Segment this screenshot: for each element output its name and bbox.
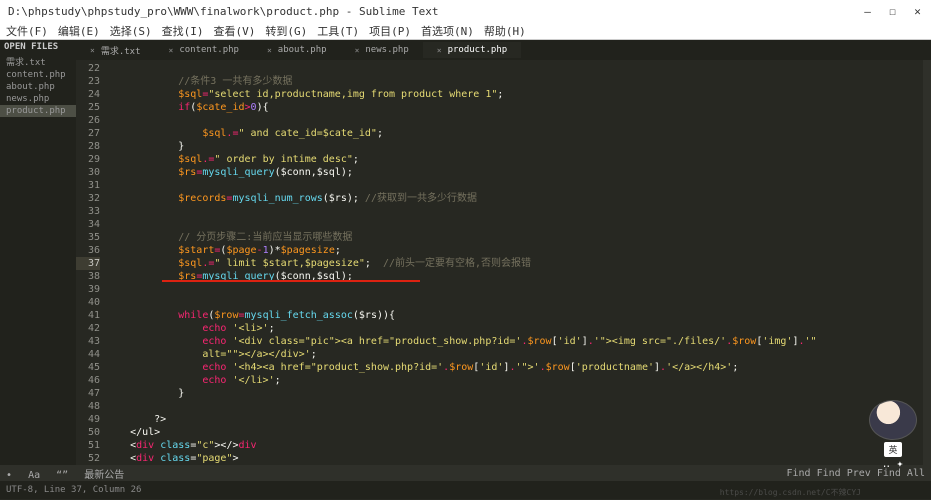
main-area: OPEN FILES 需求.txt content.php about.php … [0, 40, 931, 465]
tab[interactable]: ×about.php [253, 42, 341, 58]
avatar-tag: 英 [884, 442, 901, 457]
tab[interactable]: ×需求.txt [76, 41, 155, 60]
tab-close-icon[interactable]: × [355, 46, 360, 55]
menu-bar: 文件(F) 编辑(E) 选择(S) 查找(I) 查看(V) 转到(G) 工具(T… [0, 22, 931, 40]
sidebar: OPEN FILES 需求.txt content.php about.php … [0, 40, 76, 465]
status-text: 最新公告 [84, 470, 124, 481]
sidebar-item-active[interactable]: product.php [0, 105, 76, 117]
menu-select[interactable]: 选择(S) [110, 23, 152, 39]
window-title: D:\phpstudy\phpstudy_pro\WWW\finalwork\p… [8, 5, 438, 18]
sidebar-item[interactable]: news.php [0, 93, 76, 105]
menu-tools[interactable]: 工具(T) [317, 23, 359, 39]
encoding-info[interactable]: UTF-8, Line 37, Column 26 [6, 485, 141, 495]
minimap[interactable] [923, 60, 931, 465]
avatar-widget[interactable]: 英 ‥ ✦ [863, 400, 923, 470]
annotation-underline [162, 280, 420, 282]
tab-bar: ×需求.txt ×content.php ×about.php ×news.ph… [76, 40, 931, 60]
code-area[interactable]: //条件3 一共有多少数据 $sql="select id,productnam… [106, 60, 923, 465]
option-regex-icon[interactable]: • [6, 470, 12, 481]
menu-file[interactable]: 文件(F) [6, 23, 48, 39]
find-button[interactable]: Find [786, 468, 810, 479]
gutter: 2223242526272829303132333435363738394041… [76, 60, 106, 465]
avatar-dots-icon: ‥ ✦ [883, 457, 904, 470]
tab-close-icon[interactable]: × [169, 46, 174, 55]
title-bar: D:\phpstudy\phpstudy_pro\WWW\finalwork\p… [0, 0, 931, 22]
minimize-icon[interactable]: — [862, 6, 873, 17]
menu-find[interactable]: 查找(I) [162, 23, 204, 39]
menu-pref[interactable]: 首选项(N) [421, 23, 474, 39]
tab-close-icon[interactable]: × [90, 46, 95, 55]
editor[interactable]: 2223242526272829303132333435363738394041… [76, 60, 931, 465]
sidebar-item[interactable]: about.php [0, 81, 76, 93]
tab[interactable]: ×news.php [341, 42, 423, 58]
sidebar-item[interactable]: 需求.txt [0, 54, 76, 69]
menu-goto[interactable]: 转到(G) [265, 23, 307, 39]
menu-view[interactable]: 查看(V) [214, 23, 256, 39]
open-files-header: OPEN FILES [0, 40, 76, 54]
menu-project[interactable]: 项目(P) [369, 23, 411, 39]
menu-edit[interactable]: 编辑(E) [58, 23, 100, 39]
menu-help[interactable]: 帮助(H) [484, 23, 526, 39]
editor-wrap: ×需求.txt ×content.php ×about.php ×news.ph… [76, 40, 931, 465]
close-icon[interactable]: ✕ [912, 6, 923, 17]
avatar-icon [869, 400, 917, 440]
watermark: https://blog.csdn.net/C不辣CYJ [720, 487, 861, 498]
tab-close-icon[interactable]: × [437, 46, 442, 55]
tab[interactable]: ×content.php [155, 42, 253, 58]
sidebar-item[interactable]: content.php [0, 69, 76, 81]
maximize-icon[interactable]: ☐ [887, 6, 898, 17]
option-case-icon[interactable]: Aa [28, 470, 40, 481]
tab-close-icon[interactable]: × [267, 46, 272, 55]
option-word-icon[interactable]: “” [56, 470, 68, 481]
tab-active[interactable]: ×product.php [423, 42, 521, 58]
search-bar: • Aa “” 最新公告 Find Find Prev Find All [0, 465, 931, 481]
window-controls: — ☐ ✕ [862, 6, 923, 17]
